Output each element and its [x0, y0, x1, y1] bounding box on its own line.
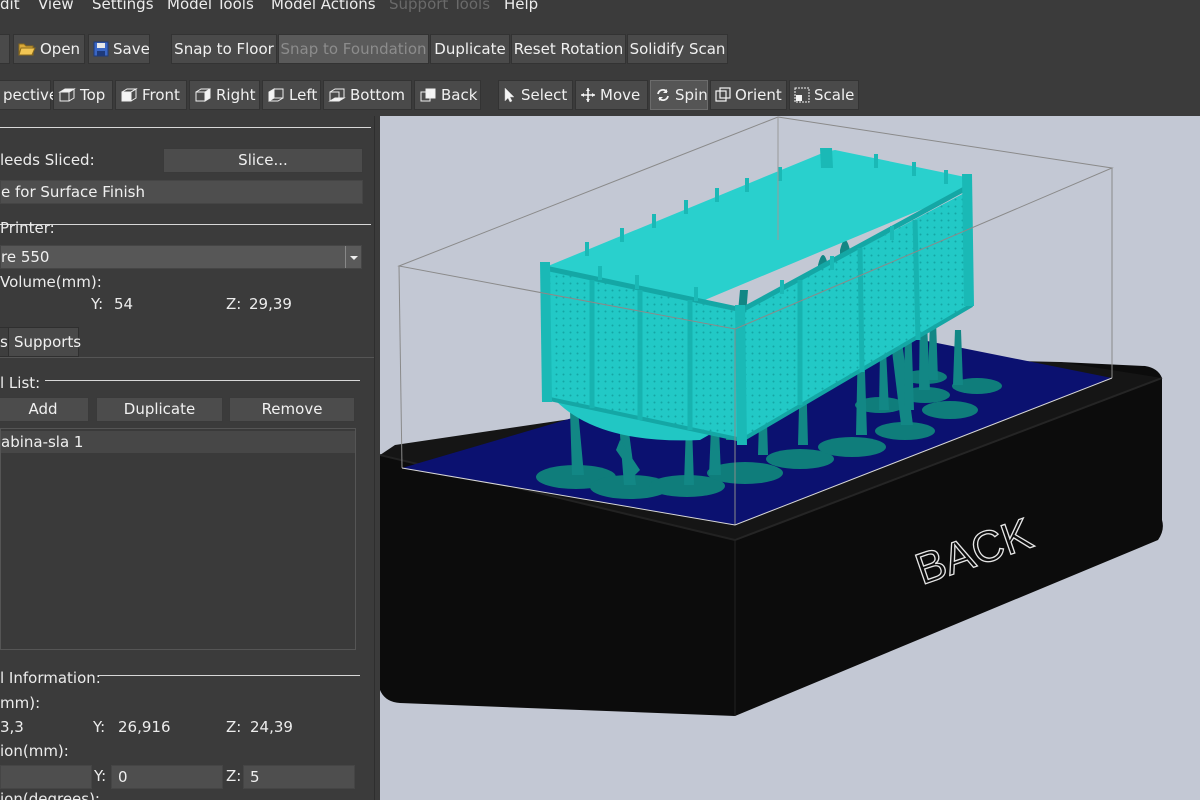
spin-label: Spin	[675, 86, 708, 104]
volume-z-value: 29,39	[249, 295, 292, 313]
section-divider	[98, 675, 360, 676]
snap-to-floor-button[interactable]: Snap to Floor	[171, 34, 277, 64]
top-view-button[interactable]: Top	[53, 80, 113, 110]
size-z-label: Z:	[226, 718, 242, 736]
tab-strip-divider	[0, 357, 374, 358]
surface-finish-field[interactable]: e for Surface Finish	[0, 180, 363, 204]
scale-tool-button[interactable]: Scale	[789, 80, 859, 110]
right-label: Right	[216, 86, 256, 104]
position-y-field[interactable]: 0	[111, 765, 223, 789]
pos-z-label: Z:	[226, 767, 242, 785]
volume-label: Volume(mm):	[0, 273, 102, 291]
menu-bar: dit View Settings Model Tools Model Acti…	[0, 0, 1200, 18]
folder-open-icon	[18, 43, 36, 56]
top-label: Top	[80, 86, 106, 104]
add-model-button[interactable]: Add	[0, 397, 89, 422]
section-divider	[0, 224, 371, 225]
floppy-disk-icon	[93, 41, 109, 57]
cube-left-icon	[268, 88, 284, 102]
back-label: Back	[441, 86, 478, 104]
save-label: Save	[113, 40, 150, 58]
cube-bottom-icon	[328, 88, 346, 102]
cube-front-icon	[121, 88, 138, 102]
section-divider	[45, 380, 360, 381]
needs-sliced-label: leeds Sliced:	[0, 151, 95, 169]
size-y-value: 26,916	[118, 718, 171, 736]
front-label: Front	[142, 86, 180, 104]
tab-supports[interactable]: Supports	[8, 327, 81, 357]
menu-support-tools: Support Tools	[389, 0, 491, 13]
open-label: Open	[40, 40, 81, 58]
position-z-field[interactable]: 5	[243, 765, 355, 789]
select-label: Select	[521, 86, 568, 104]
duplicate-model-button[interactable]: Duplicate	[96, 397, 223, 422]
section-divider	[0, 127, 371, 128]
3d-viewport[interactable]: BACK	[380, 116, 1200, 800]
menu-help[interactable]: Help	[504, 0, 538, 13]
rotate-arrows-icon	[657, 89, 669, 101]
orient-icon	[715, 87, 731, 102]
orient-tool-button[interactable]: Orient	[710, 80, 787, 110]
scale-icon	[794, 87, 810, 103]
save-button[interactable]: Save	[88, 34, 150, 64]
model-info-label: l Information:	[0, 669, 101, 687]
reset-rotation-button[interactable]: Reset Rotation	[511, 34, 626, 64]
move-arrows-icon	[581, 88, 595, 102]
printer-select[interactable]: re 550	[0, 245, 362, 269]
new-button[interactable]	[0, 34, 10, 64]
open-button[interactable]: Open	[13, 34, 85, 64]
menu-model-actions[interactable]: Model Actions	[271, 0, 376, 13]
cube-back-icon	[420, 88, 436, 102]
menu-edit[interactable]: dit	[0, 0, 20, 13]
position-label: ion(mm):	[0, 742, 69, 760]
bottom-label: Bottom	[350, 86, 406, 104]
scale-label: Scale	[814, 86, 855, 104]
position-x-field[interactable]	[0, 765, 92, 789]
volume-y-value: 54	[114, 295, 134, 313]
move-tool-button[interactable]: Move	[575, 80, 648, 110]
side-panel: leeds Sliced: Slice... e for Surface Fin…	[0, 116, 375, 800]
perspective-view-button[interactable]: pective	[0, 80, 58, 110]
main-toolbar: Open Save Snap to Floor Snap to Foundati…	[0, 18, 1200, 64]
printer-label: Printer:	[0, 219, 55, 237]
scene: BACK	[380, 116, 1163, 716]
model-list-label: l List:	[0, 374, 41, 392]
right-view-button[interactable]: Right	[189, 80, 260, 110]
left-label: Left	[289, 86, 318, 104]
solidify-scan-button[interactable]: Solidify Scan	[627, 34, 728, 64]
size-y-label: Y:	[93, 718, 106, 736]
size-x-value: 3,3	[0, 718, 24, 736]
size-z-value: 24,39	[250, 718, 293, 736]
remove-model-button[interactable]: Remove	[229, 397, 355, 422]
left-view-button[interactable]: Left	[262, 80, 321, 110]
cube-top-icon	[58, 88, 76, 102]
cube-right-icon	[195, 88, 211, 102]
slice-button[interactable]: Slice...	[163, 148, 363, 173]
snap-to-foundation-button: Snap to Foundation	[278, 34, 429, 64]
front-view-button[interactable]: Front	[115, 80, 187, 110]
menu-view[interactable]: View	[38, 0, 74, 13]
orient-label: Orient	[735, 86, 782, 104]
model-list[interactable]: abina-sla 1	[0, 428, 356, 650]
cursor-arrow-icon	[504, 87, 515, 103]
select-tool-button[interactable]: Select	[498, 80, 573, 110]
perspective-label: pective	[3, 86, 59, 104]
chevron-down-icon[interactable]	[345, 246, 361, 268]
menu-settings[interactable]: Settings	[92, 0, 154, 13]
menu-model-tools[interactable]: Model Tools	[167, 0, 254, 13]
list-item[interactable]: abina-sla 1	[1, 431, 355, 453]
volume-z-label: Z:	[226, 295, 242, 313]
spin-tool-button[interactable]: Spin	[650, 80, 708, 110]
duplicate-button[interactable]: Duplicate	[430, 34, 510, 64]
volume-y-label: Y:	[91, 295, 104, 313]
printer-value: re 550	[1, 248, 50, 266]
rotation-label: ion(degrees):	[0, 790, 100, 800]
move-label: Move	[600, 86, 641, 104]
view-toolbar: pective Top Front Right Left Bottom Back…	[0, 72, 1200, 116]
pos-y-label: Y:	[94, 767, 107, 785]
bottom-view-button[interactable]: Bottom	[323, 80, 412, 110]
size-label: mm):	[0, 694, 41, 712]
back-view-button[interactable]: Back	[414, 80, 481, 110]
